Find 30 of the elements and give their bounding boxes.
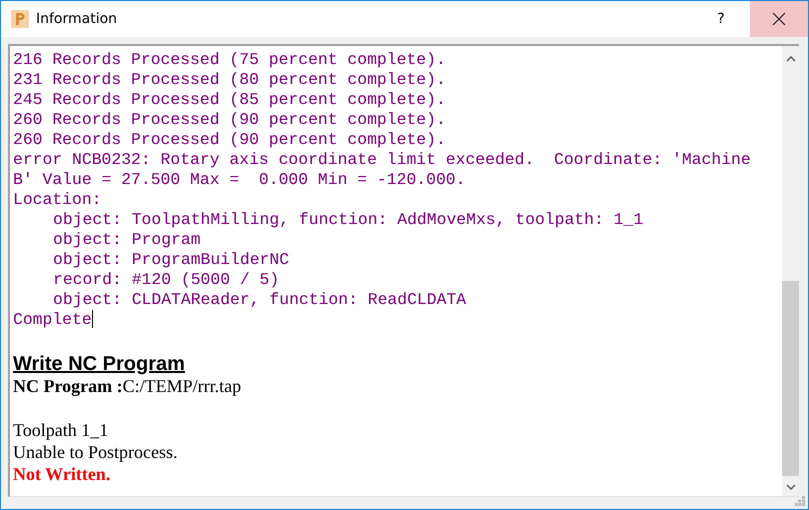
scroll-thumb[interactable] — [782, 281, 799, 476]
error-message: Not Written. — [13, 464, 110, 484]
report-text: Toolpath 1_1 — [13, 420, 108, 440]
scrollbar[interactable] — [782, 46, 799, 496]
log-line: 216 Records Processed (75 percent complete). — [13, 50, 446, 68]
log-line: Complete — [13, 310, 92, 328]
app-logo-icon — [11, 10, 29, 28]
scroll-up-icon[interactable] — [786, 56, 796, 62]
window-title: Information — [36, 11, 118, 27]
log-line: 231 Records Processed (80 percent complete). — [13, 70, 446, 88]
text-cursor — [92, 310, 93, 328]
scroll-down-icon[interactable] — [786, 484, 796, 490]
log-line: error NCB0232: Rotary axis coordinate limit exceeded. Coordinate: 'Machine — [13, 150, 751, 168]
report-text: Unable to Postprocess. — [13, 442, 178, 462]
log-line: object: ToolpathMilling, function: AddMoveMxs, toolpath: 1_1 — [53, 210, 644, 228]
log-line: 260 Records Processed (90 percent complete). — [13, 130, 446, 148]
resize-grip-icon[interactable] — [795, 496, 805, 506]
field-label: NC Program : — [13, 376, 123, 396]
log-line: 245 Records Processed (85 percent complete). — [13, 90, 446, 108]
log-line: object: Program — [53, 230, 201, 248]
section-heading: Write NC Program — [13, 352, 185, 376]
log-line: object: ProgramBuilderNC — [53, 250, 290, 268]
field-value: C:/TEMP/rrr.tap — [122, 376, 242, 396]
log-line: 260 Records Processed (90 percent complete). — [13, 110, 446, 128]
log-line: Location: — [13, 190, 102, 208]
log-line: object: CLDATAReader, function: ReadCLDATA — [53, 290, 466, 308]
close-button[interactable] — [750, 1, 808, 37]
log-line: B' Value = 27.500 Max = 0.000 Min = -120.000. — [13, 170, 466, 188]
close-icon — [772, 12, 786, 26]
log-line: record: #120 (5000 / 5) — [53, 270, 280, 288]
